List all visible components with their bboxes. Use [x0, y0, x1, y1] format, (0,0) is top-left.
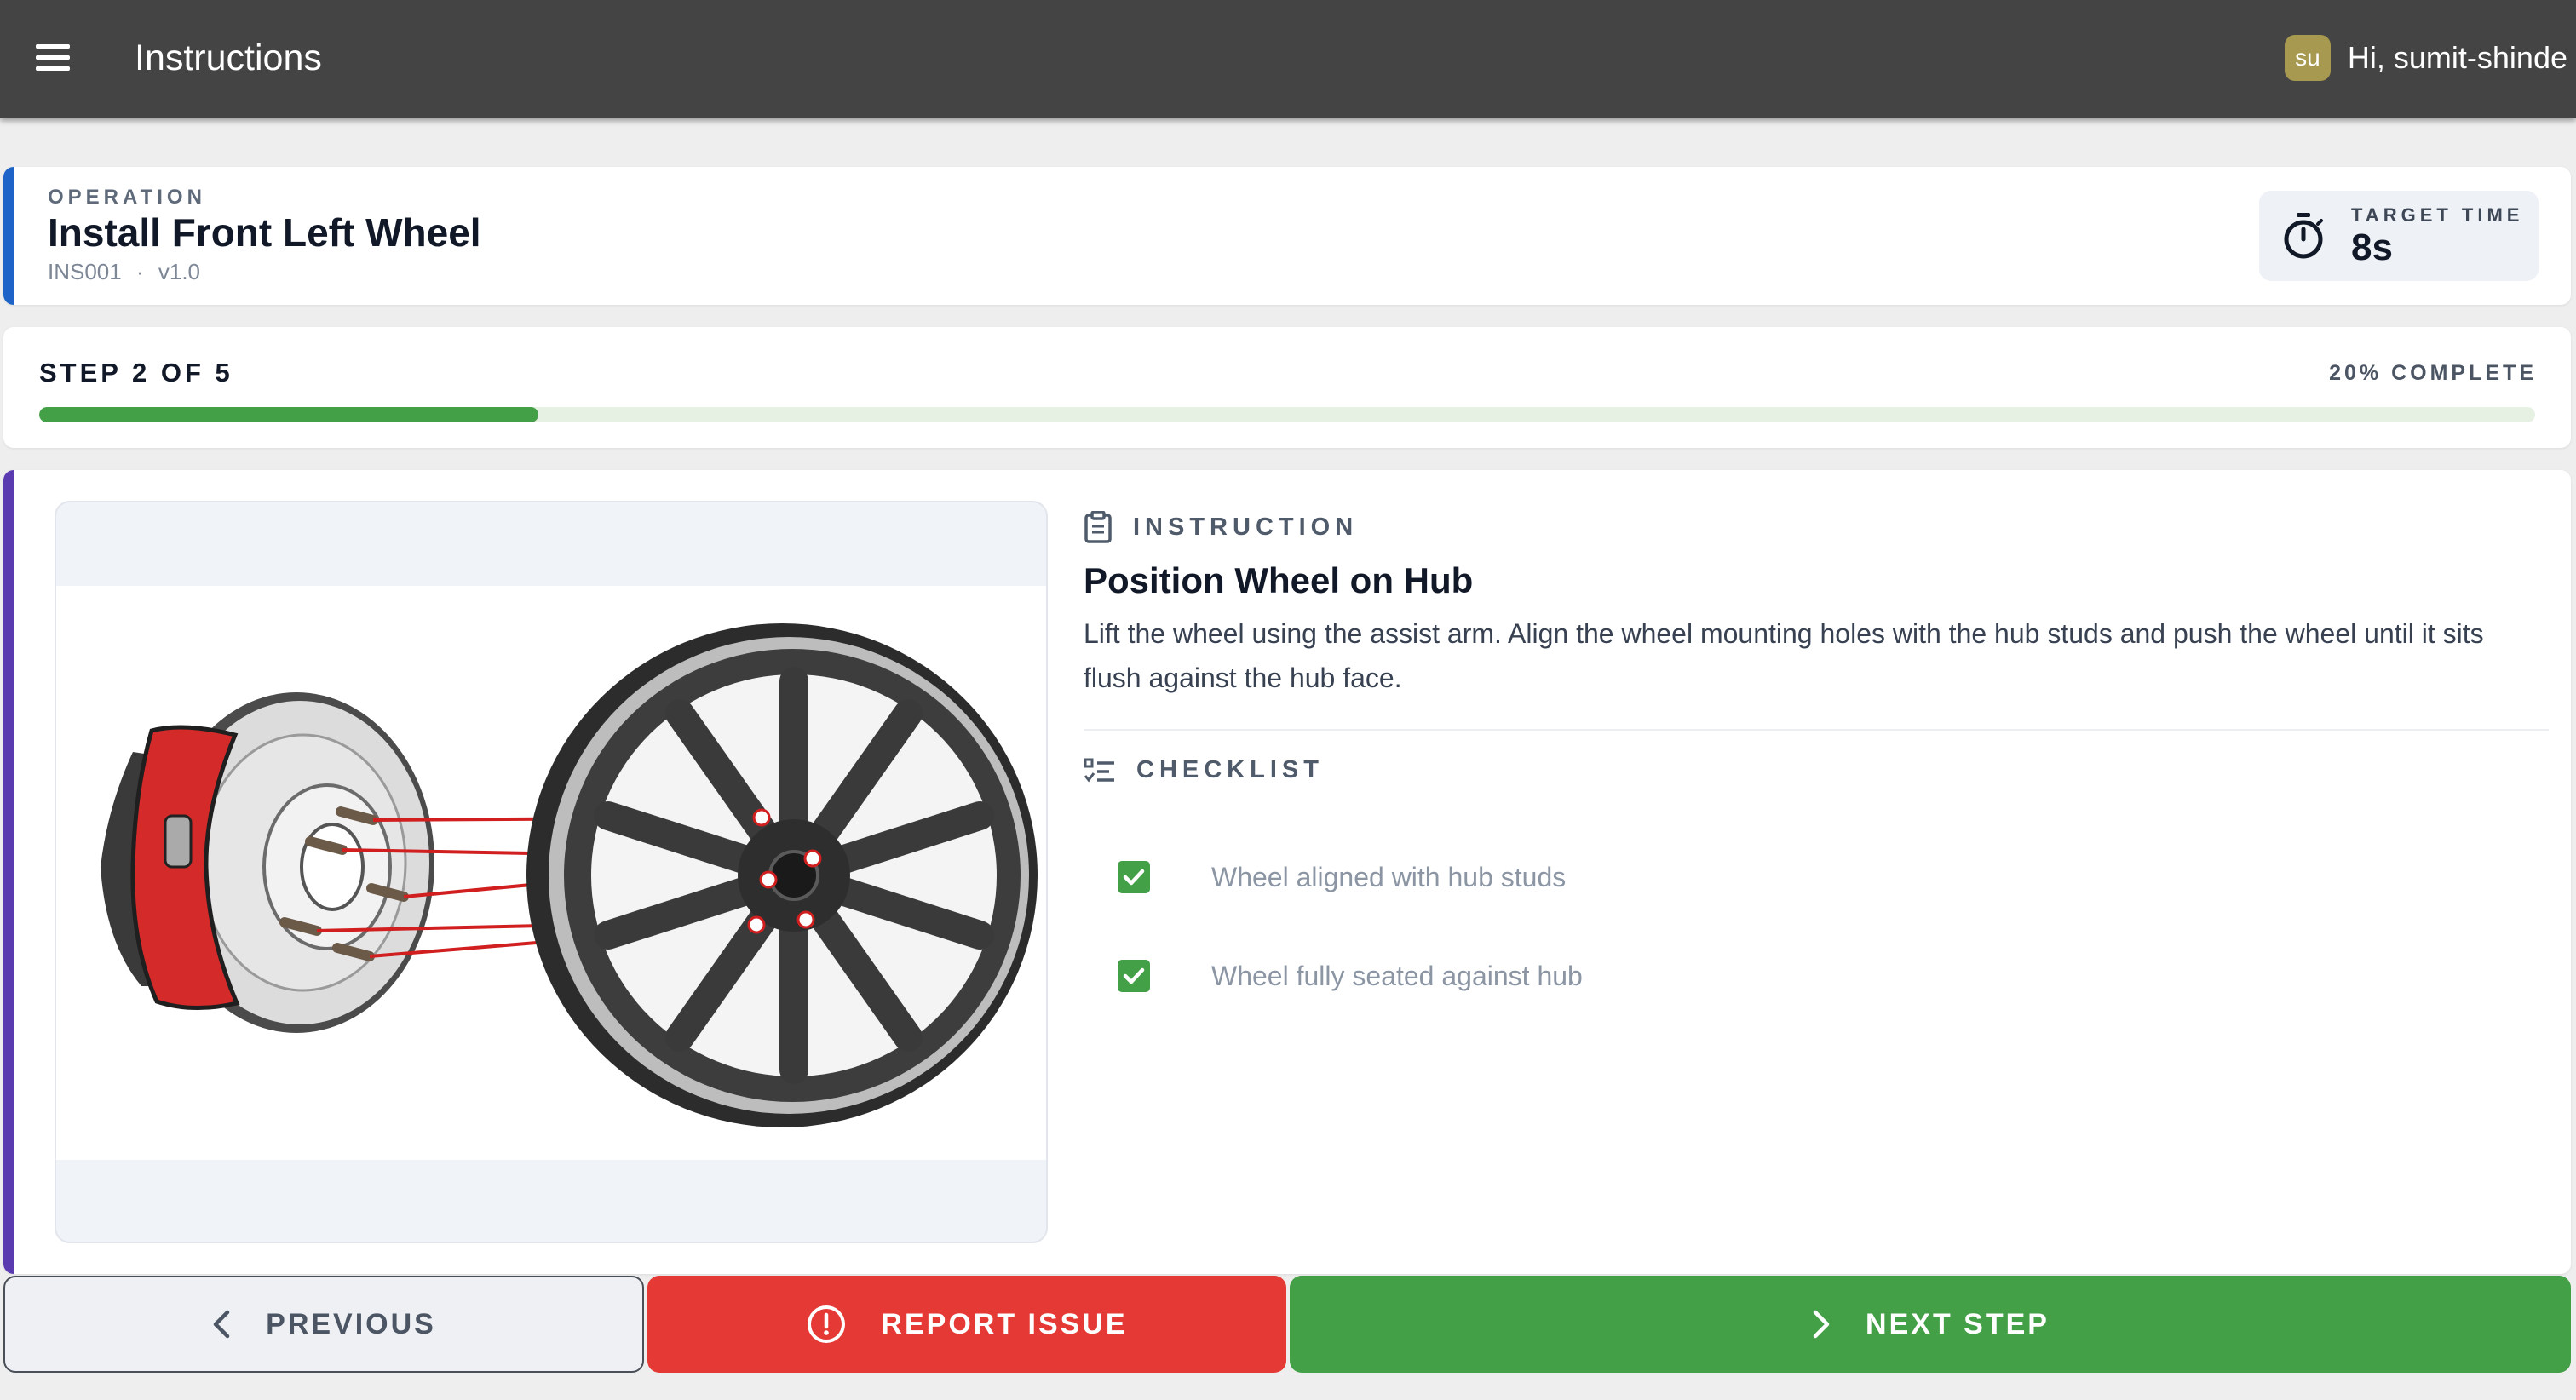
user-greeting: Hi, sumit-shinde — [2347, 40, 2567, 75]
checklist-item-label: Wheel fully seated against hub — [1211, 960, 1583, 991]
clipboard-icon — [1084, 511, 1112, 543]
step-progress-card: STEP 2 OF 5 20% COMPLETE — [3, 327, 2571, 448]
instruction-image — [56, 586, 1046, 1160]
operation-label: OPERATION — [48, 186, 206, 209]
instruction-section-header: INSTRUCTION — [1084, 511, 1358, 543]
alert-circle-icon — [808, 1305, 846, 1343]
timer-icon — [2284, 213, 2323, 259]
checkbox-checked[interactable] — [1118, 861, 1150, 893]
checklist-item-label: Wheel aligned with hub studs — [1211, 861, 1567, 892]
target-time-box: TARGET TIME 8s — [2259, 191, 2539, 281]
previous-button-label: PREVIOUS — [266, 1307, 436, 1340]
progress-bar-fill — [39, 407, 538, 422]
percent-complete: 20% COMPLETE — [2329, 361, 2537, 385]
instruction-description: Lift the wheel using the assist arm. Ali… — [1084, 618, 2484, 693]
wheel-hub-illustration — [101, 623, 1038, 1127]
instruction-title: Position Wheel on Hub — [1084, 560, 1474, 600]
checklist-icon — [1084, 758, 1114, 782]
operation-code: INS001 — [48, 259, 122, 284]
next-step-button[interactable]: NEXT STEP — [1290, 1276, 2571, 1373]
chevron-left-icon — [213, 1310, 230, 1339]
target-time-value: 8s — [2351, 227, 2393, 268]
step-counter: STEP 2 OF 5 — [39, 358, 233, 387]
meta-separator: · — [135, 259, 144, 284]
progress-bar — [39, 407, 2535, 422]
next-step-label: NEXT STEP — [1866, 1307, 2050, 1340]
avatar: su — [2284, 35, 2331, 81]
previous-button[interactable]: PREVIOUS — [3, 1276, 644, 1373]
app-bar: Instructions su Hi, sumit-shinde — [0, 0, 2576, 118]
check-icon — [1123, 967, 1145, 984]
user-menu[interactable]: su Hi, sumit-shinde — [2284, 34, 2567, 82]
checklist-item[interactable]: Wheel fully seated against hub — [1118, 927, 1583, 1025]
check-icon — [1123, 869, 1145, 886]
instruction-image-frame — [55, 501, 1048, 1243]
instruction-card: INSTRUCTION Position Wheel on Hub Lift t… — [3, 470, 2571, 1274]
operation-meta: INS001 · v1.0 — [48, 259, 200, 285]
operation-version: v1.0 — [158, 259, 201, 284]
target-time-label: TARGET TIME — [2351, 204, 2524, 226]
section-divider — [1084, 729, 2549, 731]
operation-card: OPERATION Install Front Left Wheel INS00… — [3, 167, 2571, 305]
checklist-section-header: CHECKLIST — [1084, 756, 1324, 784]
menu-icon — [36, 44, 70, 49]
menu-button[interactable] — [32, 41, 73, 75]
page-title: Instructions — [135, 37, 322, 78]
chevron-right-icon — [1813, 1310, 1830, 1339]
operation-title: Install Front Left Wheel — [48, 210, 481, 255]
checklist: Wheel aligned with hub studs Wheel fully… — [1118, 828, 1583, 1025]
checklist-item[interactable]: Wheel aligned with hub studs — [1118, 828, 1583, 927]
checkbox-checked[interactable] — [1118, 960, 1150, 992]
report-issue-label: REPORT ISSUE — [881, 1307, 1128, 1340]
checklist-label: CHECKLIST — [1136, 756, 1324, 783]
report-issue-button[interactable]: REPORT ISSUE — [647, 1276, 1286, 1373]
instruction-label: INSTRUCTION — [1133, 513, 1359, 541]
